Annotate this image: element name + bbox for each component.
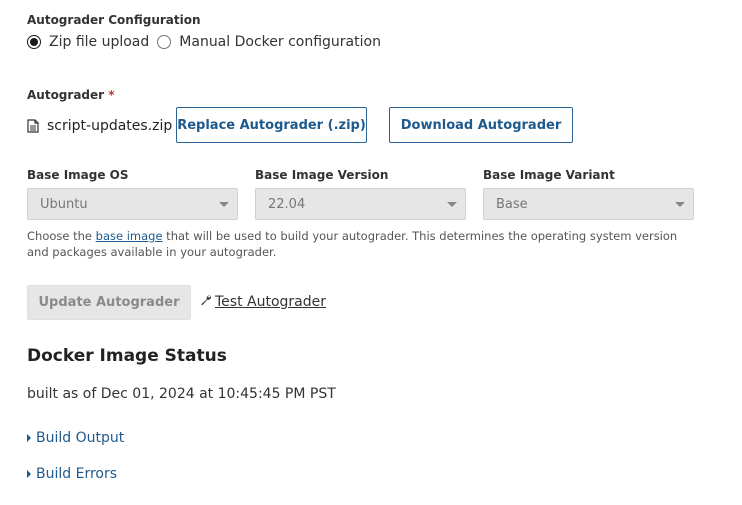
required-mark: * (108, 88, 115, 102)
base-image-variant-select[interactable]: Base (483, 188, 694, 220)
chevron-down-icon (219, 202, 229, 207)
build-errors-label: Build Errors (36, 466, 118, 482)
download-autograder-button[interactable]: Download Autograder (389, 107, 573, 143)
test-autograder-label: Test Autograder (215, 294, 327, 310)
autograder-filename: script-updates.zip (47, 118, 173, 134)
manual-docker-label[interactable]: Manual Docker configuration (179, 34, 381, 50)
autograder-settings-page: Autograder Configuration Zip file upload… (0, 0, 742, 505)
configuration-radio-group: Zip file upload Manual Docker configurat… (27, 34, 381, 50)
build-output-toggle[interactable]: Build Output (27, 430, 124, 446)
replace-autograder-button[interactable]: Replace Autograder (.zip) (176, 107, 367, 143)
zip-upload-radio[interactable] (27, 35, 41, 49)
base-image-variant-value: Base (496, 196, 528, 212)
chevron-down-icon (447, 202, 457, 207)
build-errors-toggle[interactable]: Build Errors (27, 466, 117, 482)
base-image-link[interactable]: base image (96, 229, 163, 243)
base-image-version-select[interactable]: 22.04 (255, 188, 466, 220)
chevron-down-icon (675, 202, 685, 207)
manual-docker-radio[interactable] (157, 35, 172, 49)
docker-image-status-heading: Docker Image Status (27, 346, 227, 366)
caret-right-icon (27, 470, 31, 478)
help-text-before: Choose the (27, 229, 96, 243)
docker-build-status: built as of Dec 01, 2024 at 10:45:45 PM … (27, 386, 336, 402)
base-image-variant-label: Base Image Variant (483, 168, 615, 182)
zip-upload-label[interactable]: Zip file upload (49, 34, 149, 50)
file-text-icon (27, 119, 39, 133)
test-autograder-link[interactable]: Test Autograder (200, 294, 326, 310)
base-image-os-label: Base Image OS (27, 168, 129, 182)
autograder-label-text: Autograder (27, 88, 105, 102)
base-image-os-value: Ubuntu (40, 196, 88, 212)
autograder-field-label: Autograder * (27, 88, 115, 102)
autograder-file: script-updates.zip (27, 118, 172, 134)
autograder-configuration-title: Autograder Configuration (27, 13, 201, 27)
base-image-version-value: 22.04 (268, 196, 306, 212)
base-image-help-text: Choose the base image that will be used … (27, 228, 697, 260)
base-image-version-label: Base Image Version (255, 168, 389, 182)
update-autograder-button[interactable]: Update Autograder (27, 285, 191, 320)
wrench-icon (200, 294, 215, 310)
base-image-os-select[interactable]: Ubuntu (27, 188, 238, 220)
caret-right-icon (27, 434, 31, 442)
build-output-label: Build Output (36, 430, 125, 446)
